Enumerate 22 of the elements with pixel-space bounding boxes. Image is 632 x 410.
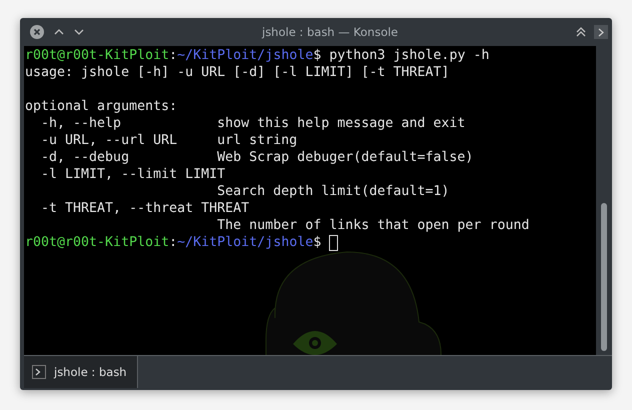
output-line: -l LIMIT, --limit LIMIT bbox=[40, 166, 226, 183]
close-icon[interactable] bbox=[30, 25, 44, 39]
window-title: jshole : bash — Konsole bbox=[260, 25, 399, 39]
output-line: usage: jshole [-h] -u URL [-d] [-l LIMIT] [-t THREAT] bbox=[25, 64, 450, 81]
terminal-tab[interactable]: jshole : bash bbox=[24, 356, 138, 388]
output-line: -u URL, --url URL url string bbox=[40, 132, 298, 149]
output-line: Search depth limit(default=1) bbox=[216, 183, 450, 200]
chevron-down-icon[interactable] bbox=[74, 29, 84, 35]
output-line: -d, --debug Web Scrap debuger(default=false) bbox=[40, 149, 474, 166]
terminal-icon bbox=[32, 365, 46, 379]
chevron-right-icon bbox=[598, 28, 604, 36]
output-line: optional arguments: bbox=[25, 98, 178, 115]
terminal-area[interactable] bbox=[24, 46, 596, 356]
menu-button[interactable] bbox=[594, 25, 608, 39]
double-chevron-up-icon[interactable] bbox=[576, 27, 586, 37]
scrollbar-thumb[interactable] bbox=[601, 203, 607, 351]
output-line: -h, --help show this help message and exit bbox=[40, 115, 466, 132]
output-line: -t THREAT, --threat THREAT bbox=[40, 200, 250, 217]
prompt-line: r00t@r00t-KitPloit:~/KitPloit/jshole$ bbox=[25, 234, 322, 251]
chevron-up-icon[interactable] bbox=[54, 29, 64, 35]
prompt-line: r00t@r00t-KitPloit:~/KitPloit/jshole$ python3 jshole.py -h bbox=[25, 47, 490, 64]
output-line: The number of links that open per round bbox=[216, 217, 530, 234]
